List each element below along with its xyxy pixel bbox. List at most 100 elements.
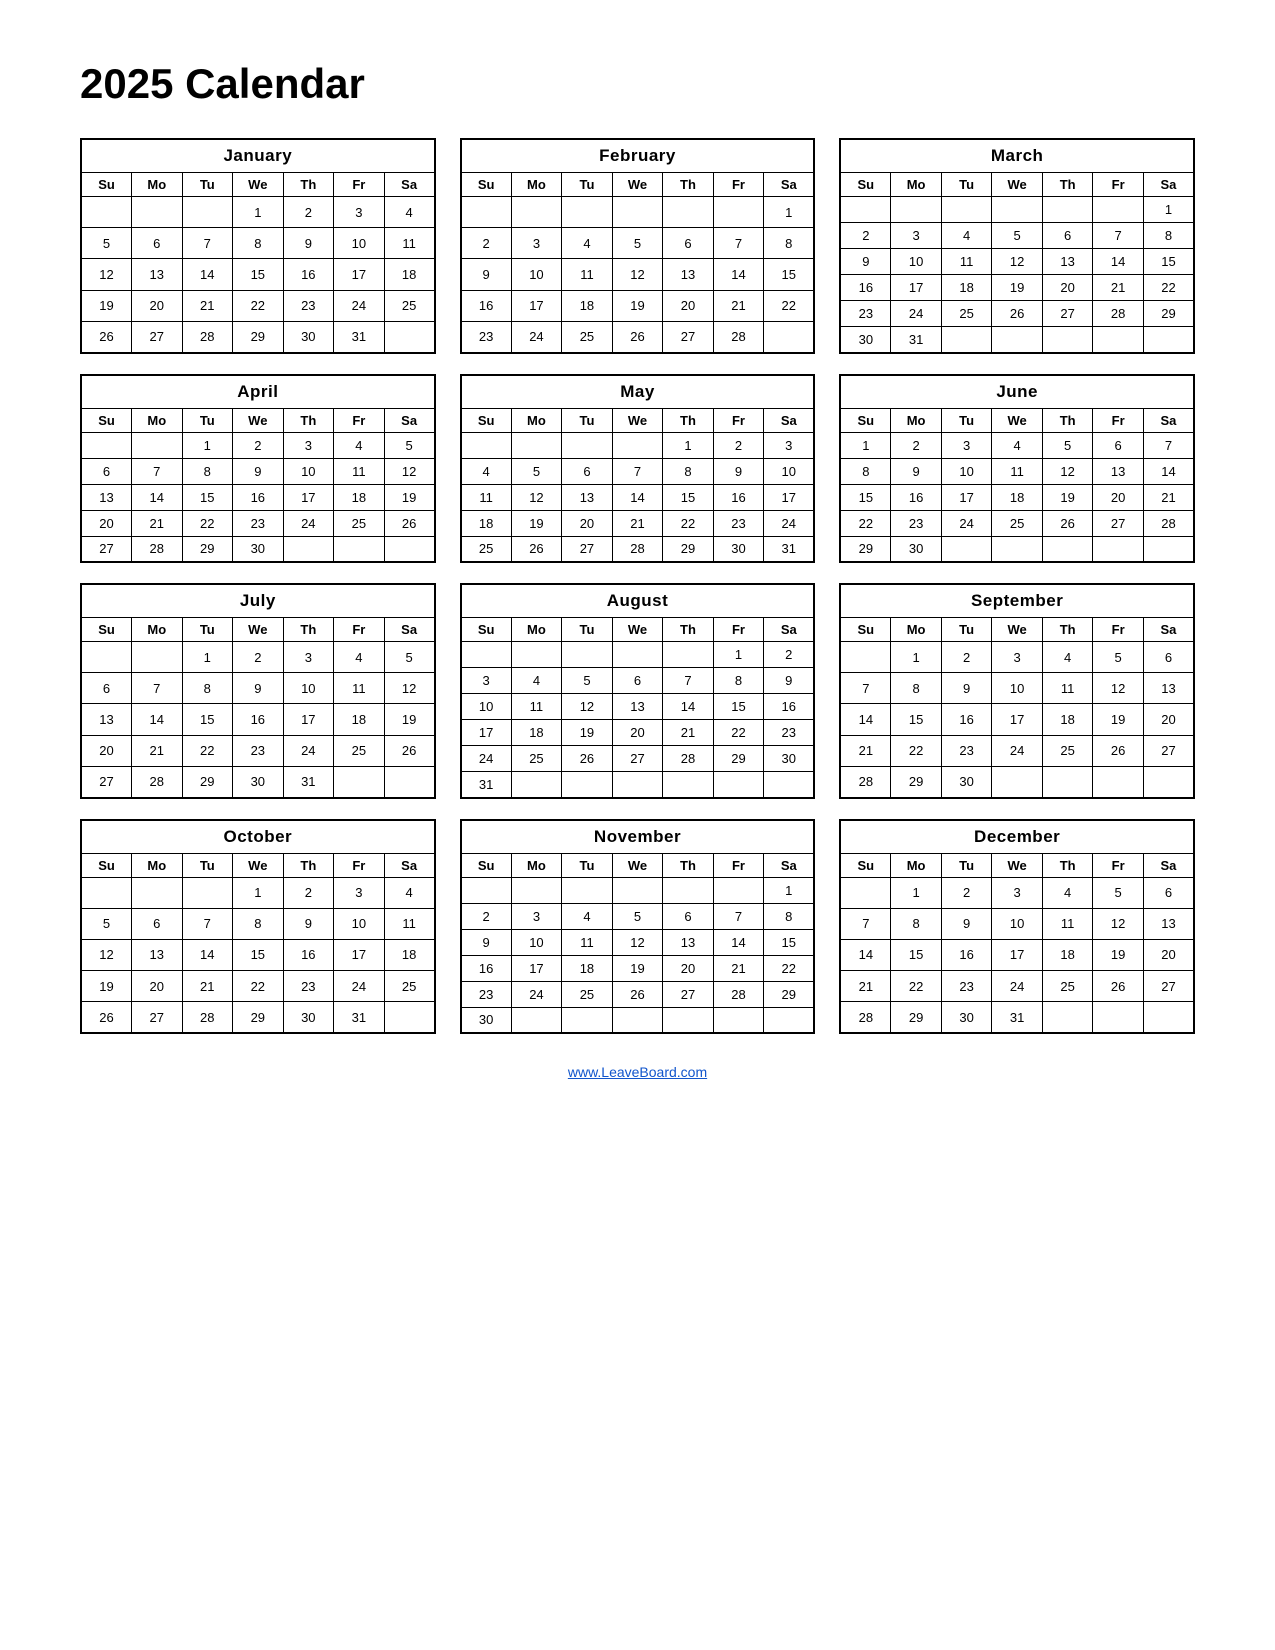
day-cell bbox=[81, 642, 132, 673]
day-cell bbox=[511, 642, 562, 668]
day-cell: 1 bbox=[1143, 197, 1194, 223]
day-cell: 3 bbox=[511, 228, 562, 259]
day-cell: 26 bbox=[384, 735, 435, 766]
table-row: 20212223242526 bbox=[81, 510, 435, 536]
day-cell: 28 bbox=[132, 536, 183, 562]
day-cell: 5 bbox=[1093, 642, 1144, 673]
day-cell: 27 bbox=[1093, 510, 1144, 536]
month-title-december: December bbox=[840, 820, 1194, 854]
day-cell: 3 bbox=[283, 642, 334, 673]
table-row: 28293031 bbox=[840, 1002, 1194, 1033]
day-cell bbox=[764, 772, 815, 798]
day-cell bbox=[132, 432, 183, 458]
day-cell: 19 bbox=[612, 290, 663, 321]
day-cell bbox=[1093, 536, 1144, 562]
day-cell: 22 bbox=[233, 290, 284, 321]
day-cell bbox=[132, 197, 183, 228]
day-cell: 12 bbox=[612, 929, 663, 955]
day-cell: 13 bbox=[562, 484, 613, 510]
table-row: 30 bbox=[461, 1007, 815, 1033]
day-cell: 28 bbox=[182, 1002, 233, 1033]
day-cell: 17 bbox=[283, 484, 334, 510]
day-cell: 11 bbox=[941, 249, 992, 275]
day-cell: 26 bbox=[612, 981, 663, 1007]
day-cell: 25 bbox=[461, 536, 512, 562]
day-cell bbox=[713, 197, 764, 228]
day-cell: 9 bbox=[233, 458, 284, 484]
day-cell: 10 bbox=[941, 458, 992, 484]
day-cell: 4 bbox=[511, 668, 562, 694]
day-cell: 28 bbox=[182, 321, 233, 352]
day-cell: 25 bbox=[511, 746, 562, 772]
day-header-fr: Fr bbox=[1093, 853, 1144, 877]
day-cell: 21 bbox=[840, 735, 891, 766]
day-cell: 5 bbox=[384, 432, 435, 458]
day-cell bbox=[612, 772, 663, 798]
day-cell: 26 bbox=[384, 510, 435, 536]
day-cell: 3 bbox=[891, 223, 942, 249]
day-cell bbox=[941, 327, 992, 353]
day-cell: 21 bbox=[713, 955, 764, 981]
day-cell: 12 bbox=[612, 259, 663, 290]
day-cell: 3 bbox=[334, 877, 385, 908]
day-cell: 12 bbox=[562, 694, 613, 720]
day-cell: 18 bbox=[562, 290, 613, 321]
calendar-grid: JanuarySuMoTuWeThFrSa1234567891011121314… bbox=[80, 138, 1195, 1034]
day-cell: 30 bbox=[283, 1002, 334, 1033]
month-title-june: June bbox=[840, 375, 1194, 409]
day-header-mo: Mo bbox=[511, 408, 562, 432]
day-cell: 7 bbox=[182, 228, 233, 259]
day-cell: 13 bbox=[81, 484, 132, 510]
day-cell: 8 bbox=[1143, 223, 1194, 249]
day-cell: 4 bbox=[334, 432, 385, 458]
day-cell: 1 bbox=[233, 197, 284, 228]
day-header-fr: Fr bbox=[1093, 173, 1144, 197]
table-row: 12345 bbox=[81, 642, 435, 673]
day-cell: 23 bbox=[764, 720, 815, 746]
day-cell: 25 bbox=[1042, 735, 1093, 766]
day-cell: 21 bbox=[840, 971, 891, 1002]
day-cell: 8 bbox=[663, 458, 714, 484]
day-cell: 4 bbox=[461, 458, 512, 484]
table-row: 6789101112 bbox=[81, 458, 435, 484]
day-cell: 22 bbox=[233, 971, 284, 1002]
day-cell: 16 bbox=[713, 484, 764, 510]
day-cell: 2 bbox=[764, 642, 815, 668]
month-table-february: FebruarySuMoTuWeThFrSa123456789101112131… bbox=[460, 138, 816, 354]
day-cell bbox=[81, 197, 132, 228]
day-cell bbox=[1093, 766, 1144, 797]
day-cell: 6 bbox=[562, 458, 613, 484]
day-cell bbox=[764, 1007, 815, 1033]
day-cell: 9 bbox=[941, 908, 992, 939]
day-cell bbox=[384, 321, 435, 352]
day-header-su: Su bbox=[840, 408, 891, 432]
day-cell: 1 bbox=[764, 877, 815, 903]
footer-link[interactable]: www.LeaveBoard.com bbox=[80, 1064, 1195, 1080]
day-cell: 13 bbox=[663, 259, 714, 290]
day-cell: 17 bbox=[992, 704, 1043, 735]
day-cell: 16 bbox=[233, 484, 284, 510]
day-cell: 3 bbox=[992, 642, 1043, 673]
day-cell: 30 bbox=[233, 766, 284, 797]
table-row: 23242526272829 bbox=[840, 301, 1194, 327]
table-row: 1234567 bbox=[840, 432, 1194, 458]
day-cell: 23 bbox=[461, 321, 512, 352]
table-row: 3031 bbox=[840, 327, 1194, 353]
day-cell bbox=[713, 877, 764, 903]
day-cell: 13 bbox=[663, 929, 714, 955]
table-row: 31 bbox=[461, 772, 815, 798]
day-cell: 15 bbox=[182, 484, 233, 510]
day-cell: 3 bbox=[461, 668, 512, 694]
day-cell bbox=[562, 877, 613, 903]
day-cell bbox=[562, 197, 613, 228]
table-row: 2345678 bbox=[461, 903, 815, 929]
day-cell: 7 bbox=[713, 228, 764, 259]
day-cell: 21 bbox=[182, 290, 233, 321]
day-cell: 26 bbox=[562, 746, 613, 772]
day-cell: 1 bbox=[663, 432, 714, 458]
day-cell: 14 bbox=[132, 704, 183, 735]
day-cell: 6 bbox=[132, 228, 183, 259]
day-cell: 20 bbox=[81, 510, 132, 536]
day-cell: 23 bbox=[233, 510, 284, 536]
month-table-july: JulySuMoTuWeThFrSa1234567891011121314151… bbox=[80, 583, 436, 799]
